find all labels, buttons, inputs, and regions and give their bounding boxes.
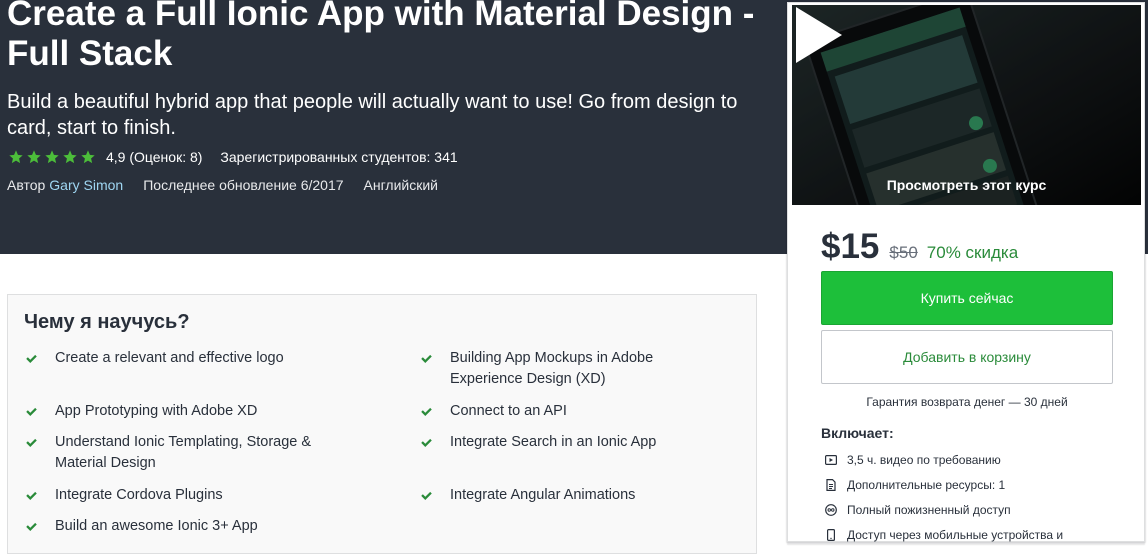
learn-item: Build an awesome Ionic 3+ App xyxy=(25,516,365,537)
last-updated: Последнее обновление 6/2017 xyxy=(143,177,344,193)
preview-label[interactable]: Просмотреть этот курс xyxy=(792,177,1141,193)
purchase-sidebar: Просмотреть этот курс $15 $50 70% скидка… xyxy=(787,2,1145,542)
original-price: $50 xyxy=(889,243,918,262)
learn-item-text: Integrate Angular Animations xyxy=(450,487,636,503)
star-icon xyxy=(9,150,23,164)
includes-item: Полный пожизненный доступ xyxy=(825,497,1063,522)
includes-item: Дополнительные ресурсы: 1 xyxy=(825,472,1063,497)
check-icon xyxy=(26,438,37,447)
course-title: Create a Full Ionic App with Material De… xyxy=(7,0,755,73)
document-icon xyxy=(826,478,836,491)
learn-item: Create a relevant and effective logo xyxy=(25,348,365,369)
learn-item: Connect to an API xyxy=(420,401,700,422)
star-rating xyxy=(8,149,98,165)
add-to-cart-button[interactable]: Добавить в корзину xyxy=(821,330,1113,384)
includes-list: 3,5 ч. видео по требованию Дополнительны… xyxy=(825,447,1063,547)
video-icon xyxy=(825,454,837,465)
buy-now-button[interactable]: Купить сейчас xyxy=(821,271,1113,325)
star-icon xyxy=(81,150,95,164)
check-icon xyxy=(421,491,432,500)
learn-item-text: Understand Ionic Templating, Storage & M… xyxy=(55,434,312,471)
includes-item-text: Доступ через мобильные устройства и xyxy=(847,527,1064,542)
check-icon xyxy=(26,491,37,500)
infinity-icon xyxy=(825,503,837,516)
learn-item: Integrate Angular Animations xyxy=(420,485,700,506)
current-price: $15 xyxy=(821,227,880,266)
check-icon xyxy=(421,354,432,363)
play-icon[interactable] xyxy=(792,5,846,65)
learn-item-text: Integrate Search in an Ionic App xyxy=(450,434,657,450)
what-you-learn-title: Чему я научусь? xyxy=(24,311,190,333)
star-icon xyxy=(27,150,41,164)
course-meta: Автор Gary Simon Последнее обновление 6/… xyxy=(7,176,438,194)
check-icon xyxy=(421,438,432,447)
star-icon xyxy=(45,150,59,164)
learn-item: Integrate Search in an Ionic App xyxy=(420,432,700,453)
includes-item: Доступ через мобильные устройства и xyxy=(825,522,1063,547)
author-link[interactable]: Gary Simon xyxy=(49,177,123,193)
students-count: Зарегистрированных студентов: 341 xyxy=(220,149,458,165)
learn-item: Understand Ionic Templating, Storage & M… xyxy=(25,432,325,474)
price-row: $15 $50 70% скидка xyxy=(821,227,1018,267)
author-prefix: Автор xyxy=(7,177,46,193)
learn-item-text: Connect to an API xyxy=(450,403,567,419)
learn-item-text: App Prototyping with Adobe XD xyxy=(55,403,258,419)
money-back-guarantee: Гарантия возврата денег — 30 дней xyxy=(866,395,1068,409)
rating-value[interactable]: 4,9 (Оценок: 8) xyxy=(106,149,202,165)
includes-item: 3,5 ч. видео по требованию xyxy=(825,447,1063,472)
check-icon xyxy=(26,522,37,531)
learn-item: App Prototyping with Adobe XD xyxy=(25,401,365,422)
learn-item: Integrate Cordova Plugins xyxy=(25,485,365,506)
check-icon xyxy=(421,407,432,416)
course-preview-video[interactable]: Просмотреть этот курс xyxy=(792,5,1141,205)
star-icon xyxy=(63,150,77,164)
learn-item-text: Building App Mockups in Adobe Experience… xyxy=(450,350,654,387)
rating-row: 4,9 (Оценок: 8) Зарегистрированных студе… xyxy=(8,148,458,166)
course-subtitle: Build a beautiful hybrid app that people… xyxy=(7,91,738,139)
learn-item-text: Create a relevant and effective logo xyxy=(55,350,284,366)
what-you-learn-box: Чему я научусь? Create a relevant and ef… xyxy=(7,294,757,554)
includes-item-text: Полный пожизненный доступ xyxy=(847,502,1011,517)
mobile-icon xyxy=(827,528,835,541)
learn-item: Building App Mockups in Adobe Experience… xyxy=(420,348,700,390)
includes-item-text: Дополнительные ресурсы: 1 xyxy=(847,477,1006,492)
check-icon xyxy=(26,354,37,363)
learn-item-text: Build an awesome Ionic 3+ App xyxy=(55,518,258,534)
includes-title: Включает: xyxy=(821,425,894,441)
discount-label: 70% скидка xyxy=(926,243,1019,262)
learn-item-text: Integrate Cordova Plugins xyxy=(55,487,223,503)
course-language: Английский xyxy=(363,177,438,193)
includes-item-text: 3,5 ч. видео по требованию xyxy=(847,452,1001,467)
check-icon xyxy=(26,407,37,416)
